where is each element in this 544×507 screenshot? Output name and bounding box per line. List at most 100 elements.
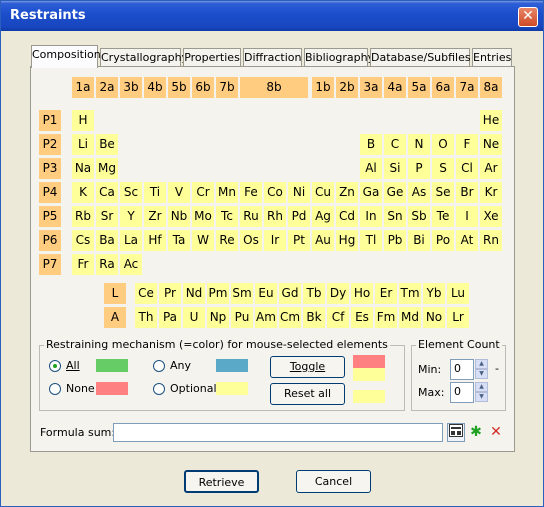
element-rh[interactable]: Rh [264,206,286,227]
element-zn[interactable]: Zn [336,182,358,203]
max-count-input[interactable]: 0 [450,382,474,403]
group-header-3b[interactable]: 3b [120,77,142,98]
element-f[interactable]: F [456,134,478,155]
group-header-3a[interactable]: 3a [360,77,382,98]
element-rb[interactable]: Rb [72,206,94,227]
element-cu[interactable]: Cu [312,182,334,203]
element-fm[interactable]: Fm [375,307,397,328]
group-header-5a[interactable]: 5a [408,77,430,98]
element-pd[interactable]: Pd [288,206,310,227]
element-sc[interactable]: Sc [120,182,142,203]
element-gd[interactable]: Gd [279,283,301,304]
element-hf[interactable]: Hf [144,230,166,251]
cancel-button[interactable]: Cancel [296,470,371,493]
tab-bibliography[interactable]: Bibliography [304,48,374,67]
element-fr[interactable]: Fr [72,254,94,275]
group-header-8b[interactable]: 8b [240,77,308,98]
tab-entries[interactable]: Entries [472,48,512,67]
element-eu[interactable]: Eu [255,283,277,304]
element-k[interactable]: K [72,182,94,203]
element-ho[interactable]: Ho [351,283,373,304]
element-au[interactable]: Au [312,230,334,251]
element-pt[interactable]: Pt [288,230,310,251]
reset-all-button[interactable]: Reset all [270,383,345,405]
period-label-p4[interactable]: P4 [39,182,61,203]
group-header-5b[interactable]: 5b [168,77,190,98]
element-p[interactable]: P [408,158,430,179]
element-ca[interactable]: Ca [96,182,118,203]
formula-input[interactable] [113,423,443,442]
group-header-8a[interactable]: 8a [480,77,502,98]
element-u[interactable]: U [183,307,205,328]
element-po[interactable]: Po [432,230,454,251]
period-label-p5[interactable]: P5 [39,206,61,227]
group-header-6a[interactable]: 6a [432,77,454,98]
min-count-input[interactable]: 0 [450,359,474,380]
element-pr[interactable]: Pr [159,283,181,304]
element-ba[interactable]: Ba [96,230,118,251]
group-header-7a[interactable]: 7a [456,77,478,98]
group-header-2a[interactable]: 2a [96,77,118,98]
radio-all-label[interactable]: All [66,359,80,372]
element-no[interactable]: No [423,307,445,328]
element-bk[interactable]: Bk [303,307,325,328]
element-cd[interactable]: Cd [336,206,358,227]
element-na[interactable]: Na [72,158,94,179]
element-th[interactable]: Th [135,307,157,328]
retrieve-button[interactable]: Retrieve [184,470,259,493]
element-co[interactable]: Co [264,182,286,203]
element-tb[interactable]: Tb [303,283,325,304]
element-y[interactable]: Y [120,206,142,227]
element-ti[interactable]: Ti [144,182,166,203]
element-pa[interactable]: Pa [159,307,181,328]
element-tc[interactable]: Tc [216,206,238,227]
element-n[interactable]: N [408,134,430,155]
element-cs[interactable]: Cs [72,230,94,251]
group-header-4a[interactable]: 4a [384,77,406,98]
radio-any-label[interactable]: Any [170,359,191,372]
element-ir[interactable]: Ir [264,230,286,251]
element-ni[interactable]: Ni [288,182,310,203]
element-ge[interactable]: Ge [384,182,406,203]
element-ce[interactable]: Ce [135,283,157,304]
element-mg[interactable]: Mg [96,158,118,179]
element-pm[interactable]: Pm [207,283,229,304]
element-mn[interactable]: Mn [216,182,238,203]
element-se[interactable]: Se [432,182,454,203]
max-spin-up[interactable]: ▲ [475,382,488,392]
period-label-p3[interactable]: P3 [39,158,61,179]
max-spin-down[interactable]: ▼ [475,392,488,402]
clear-x-icon[interactable]: ✕ [487,423,505,442]
periodic-table-picker-icon[interactable] [447,423,465,442]
close-button[interactable]: ✕ [518,7,538,27]
period-label-p1[interactable]: P1 [39,110,61,131]
element-ta[interactable]: Ta [168,230,190,251]
element-os[interactable]: Os [240,230,262,251]
radio-all[interactable] [49,360,61,372]
period-label-p2[interactable]: P2 [39,134,61,155]
element-np[interactable]: Np [207,307,229,328]
tab-crystallography[interactable]: Crystallography [100,48,188,67]
radio-none[interactable] [49,383,61,395]
element-tl[interactable]: Tl [360,230,382,251]
element-cr[interactable]: Cr [192,182,214,203]
group-header-1b[interactable]: 1b [312,77,334,98]
element-ar[interactable]: Ar [480,158,502,179]
element-w[interactable]: W [192,230,214,251]
period-label-p7[interactable]: P7 [39,254,61,275]
element-o[interactable]: O [432,134,454,155]
element-rn[interactable]: Rn [480,230,502,251]
element-as[interactable]: As [408,182,430,203]
element-pu[interactable]: Pu [231,307,253,328]
element-ag[interactable]: Ag [312,206,334,227]
element-zr[interactable]: Zr [144,206,166,227]
element-he[interactable]: He [480,110,502,131]
element-h[interactable]: H [72,110,94,131]
radio-any[interactable] [153,360,165,372]
element-pb[interactable]: Pb [384,230,406,251]
element-te[interactable]: Te [432,206,454,227]
element-sn[interactable]: Sn [384,206,406,227]
element-sb[interactable]: Sb [408,206,430,227]
element-ac[interactable]: Ac [120,254,142,275]
element-v[interactable]: V [168,182,190,203]
